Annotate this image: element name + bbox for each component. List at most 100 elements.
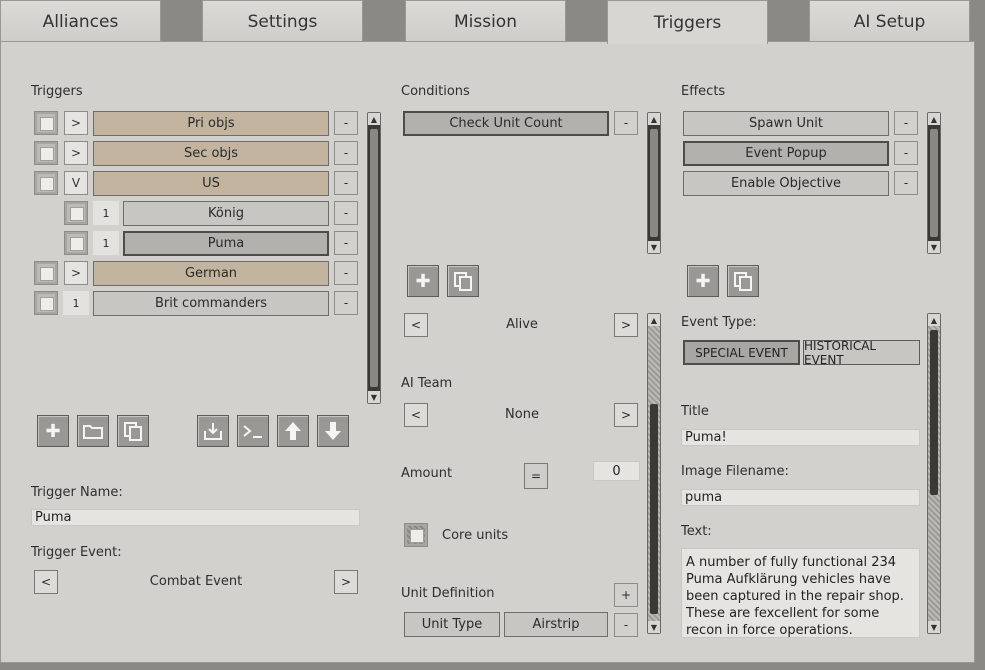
scroll-thumb[interactable] [650,129,658,237]
add-trigger-icon[interactable]: ✚ [37,415,69,447]
add-effect-icon[interactable]: ✚ [687,265,719,297]
core-units-checkbox[interactable] [404,523,428,547]
trigger-index: 1 [93,201,119,225]
move-down-icon[interactable] [317,415,349,447]
move-up-icon[interactable] [277,415,309,447]
scroll-up-icon[interactable]: ▲ [928,314,940,326]
trigger-row-german[interactable]: German [93,261,329,286]
special-event-button[interactable]: SPECIAL EVENT [683,340,800,365]
import-icon[interactable] [197,415,229,447]
trigger-checkbox[interactable] [34,171,58,195]
condition-check-unit-count[interactable]: Check Unit Count [403,111,609,136]
conditions-heading: Conditions [401,84,470,99]
trigger-event-prev-button[interactable]: < [34,570,58,594]
console-icon[interactable] [237,415,269,447]
alive-value: Alive [506,317,538,332]
scroll-down-icon[interactable]: ▼ [368,391,380,403]
scroll-up-icon[interactable]: ▲ [648,113,660,125]
tab-triggers[interactable]: Triggers [607,0,768,44]
effect-enable-objective[interactable]: Enable Objective [683,171,889,196]
effect-spawn-unit[interactable]: Spawn Unit [683,111,889,136]
scroll-up-icon[interactable]: ▲ [648,314,660,326]
folder-icon[interactable] [77,415,109,447]
add-condition-icon[interactable]: ✚ [407,265,439,297]
trigger-row-sec-objs[interactable]: Sec objs [93,141,329,166]
image-filename-label: Image Filename: [681,464,789,479]
tab-alliances[interactable]: Alliances [0,0,161,42]
effects-scrollbar[interactable]: ▲ ▼ [927,112,941,254]
copy-condition-icon[interactable] [447,265,479,297]
remove-trigger-button[interactable]: - [334,111,358,135]
remove-effect-button[interactable]: - [894,141,918,165]
remove-trigger-button[interactable]: - [334,141,358,165]
copy-effect-icon[interactable] [727,265,759,297]
tab-label: Triggers [653,12,722,33]
trigger-checkbox[interactable] [34,261,58,285]
trigger-checkbox[interactable] [34,141,58,165]
trigger-checkbox[interactable] [34,291,58,315]
scroll-up-icon[interactable]: ▲ [368,113,380,125]
amount-label: Amount [401,466,453,481]
expand-toggle[interactable]: > [64,141,88,165]
remove-effect-button[interactable]: - [894,111,918,135]
text-area[interactable]: A number of fully functional 234 Puma Au… [681,548,920,638]
alive-prev-button[interactable]: < [404,313,428,337]
tab-settings[interactable]: Settings [202,0,363,42]
trigger-row-puma[interactable]: Puma [123,231,329,256]
conditions-scrollbar[interactable]: ▲ ▼ [647,112,661,254]
tab-ai-setup[interactable]: AI Setup [809,0,970,42]
title-field[interactable]: Puma! [681,429,920,446]
remove-unit-definition-button[interactable]: - [614,613,638,637]
expand-toggle[interactable]: > [64,111,88,135]
remove-condition-button[interactable]: - [614,111,638,135]
trigger-name-field[interactable]: Puma [31,509,360,526]
scroll-down-icon[interactable]: ▼ [928,241,940,253]
trigger-index: 1 [93,231,119,255]
scroll-thumb[interactable] [930,330,938,495]
trigger-row-brit-commanders[interactable]: Brit commanders [93,291,329,316]
scroll-down-icon[interactable]: ▼ [928,621,940,633]
remove-trigger-button[interactable]: - [334,201,358,225]
scroll-down-icon[interactable]: ▼ [648,241,660,253]
amount-operator-button[interactable]: = [524,463,548,489]
alive-next-button[interactable]: > [614,313,638,337]
condition-details-scrollbar[interactable]: ▲ ▼ [647,313,661,634]
remove-trigger-button[interactable]: - [334,231,358,255]
remove-trigger-button[interactable]: - [334,171,358,195]
remove-trigger-button[interactable]: - [334,261,358,285]
copy-icon[interactable] [117,415,149,447]
trigger-row-konig[interactable]: König [123,201,329,226]
collapse-toggle[interactable]: V [64,171,88,195]
scroll-thumb[interactable] [650,404,658,614]
trigger-checkbox[interactable] [64,231,88,255]
tab-mission[interactable]: Mission [405,0,566,42]
triggers-scrollbar[interactable]: ▲ ▼ [367,112,381,404]
unit-value-button[interactable]: Airstrip [504,612,608,637]
remove-trigger-button[interactable]: - [334,291,358,315]
title-label: Title [681,404,709,419]
ai-team-prev-button[interactable]: < [404,403,428,427]
trigger-row-pri-objs[interactable]: Pri objs [93,111,329,136]
image-filename-field[interactable]: puma [681,489,920,506]
effect-event-popup[interactable]: Event Popup [683,141,889,166]
amount-field[interactable]: 0 [593,461,640,481]
effect-details-scrollbar[interactable]: ▲ ▼ [927,313,941,634]
remove-effect-button[interactable]: - [894,171,918,195]
trigger-row-us[interactable]: US [93,171,329,196]
scroll-thumb[interactable] [370,129,378,387]
scroll-thumb[interactable] [930,129,938,237]
trigger-checkbox[interactable] [64,201,88,225]
add-unit-definition-button[interactable]: + [614,583,638,607]
triggers-panel: Triggers > Pri objs - > Sec objs - V US … [0,41,975,663]
tab-label: Settings [247,11,318,32]
historical-event-button[interactable]: HISTORICAL EVENT [803,339,920,367]
trigger-event-next-button[interactable]: > [334,570,358,594]
scroll-down-icon[interactable]: ▼ [648,621,660,633]
ai-team-next-button[interactable]: > [614,403,638,427]
unit-type-button[interactable]: Unit Type [404,612,500,637]
expand-toggle[interactable]: > [64,261,88,285]
trigger-event-label: Trigger Event: [31,545,122,560]
ai-team-value: None [505,407,539,422]
trigger-checkbox[interactable] [34,111,58,135]
scroll-up-icon[interactable]: ▲ [928,113,940,125]
